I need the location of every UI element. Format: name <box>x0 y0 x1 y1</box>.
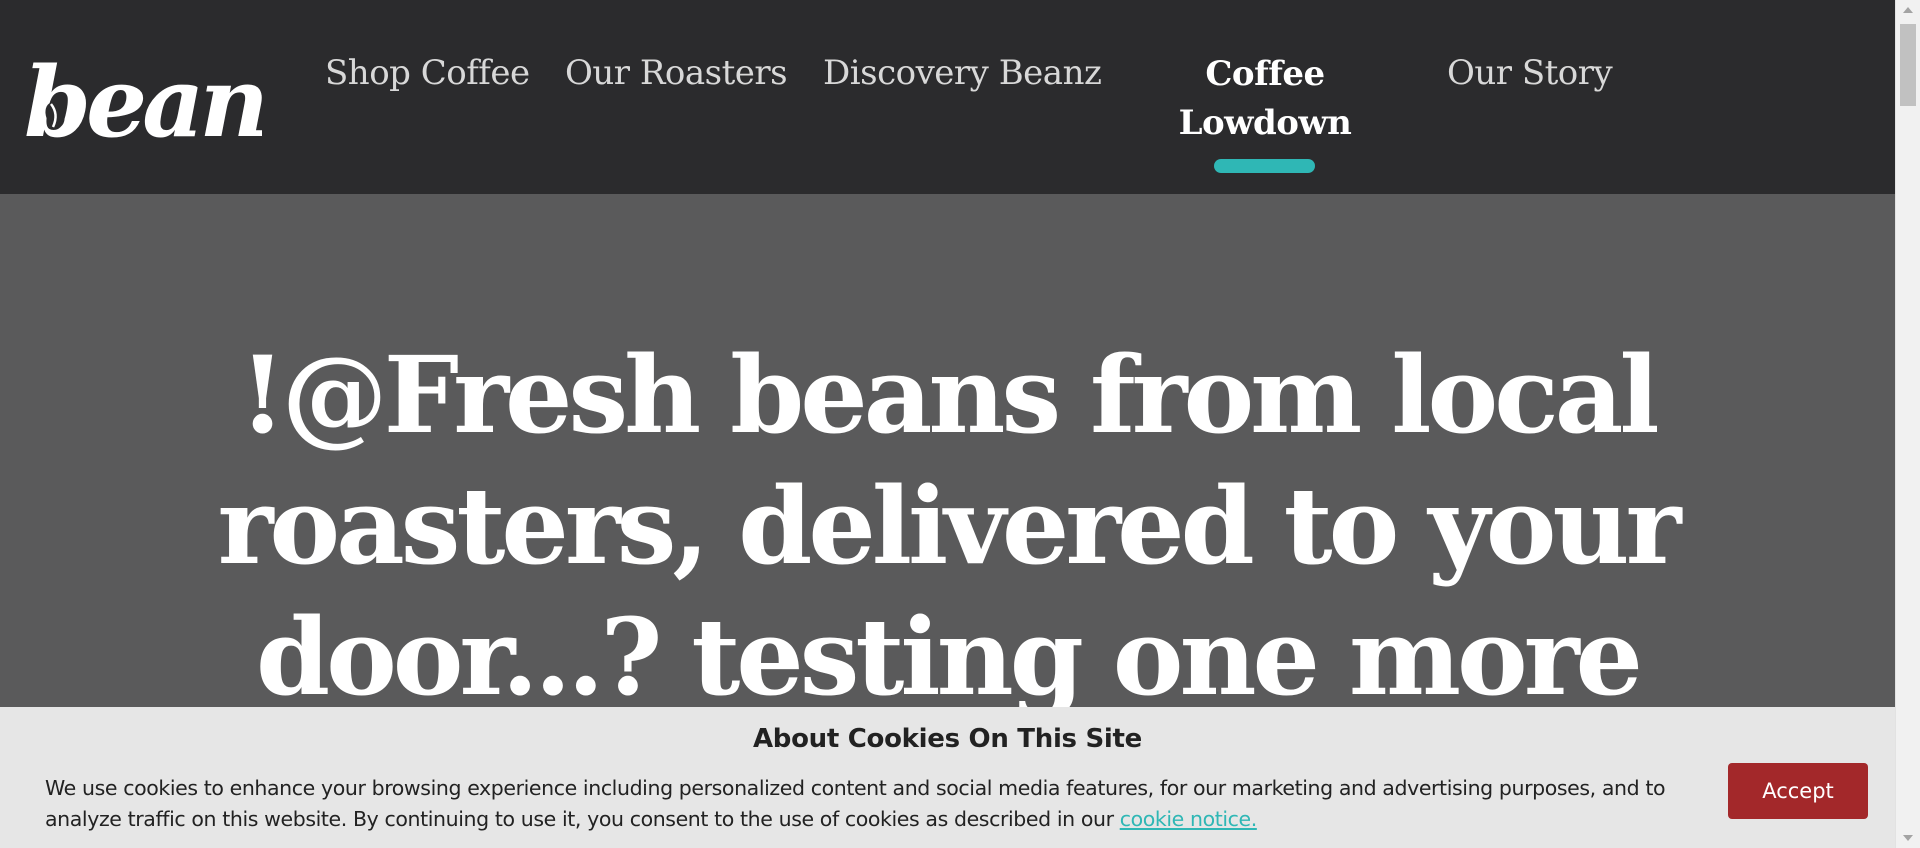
nav-our-roasters[interactable]: Our Roasters <box>565 56 788 90</box>
beanz-logo[interactable]: beanz <box>22 36 262 146</box>
cookie-notice-link[interactable]: cookie notice. <box>1120 807 1258 831</box>
nav-coffee-lowdown[interactable]: Coffee Lowdown <box>1165 50 1365 148</box>
logo-text: beanz <box>24 46 262 146</box>
hero-title: !@Fresh beans from local roasters, deliv… <box>217 332 1682 719</box>
active-nav-indicator <box>1214 159 1315 173</box>
scroll-up-arrow-icon[interactable] <box>1903 7 1913 13</box>
cookie-banner-title: About Cookies On This Site <box>752 724 1142 754</box>
nav-discovery-beanz[interactable]: Discovery Beanz <box>823 56 1102 90</box>
page: beanz Shop Coffee Our Roasters Discovery… <box>0 0 1920 848</box>
cookie-banner-body: We use cookies to enhance your browsing … <box>45 776 1666 831</box>
cookie-banner-text: We use cookies to enhance your browsing … <box>45 773 1695 835</box>
scroll-down-arrow-icon[interactable] <box>1903 835 1913 841</box>
scrollbar-thumb[interactable] <box>1900 24 1916 106</box>
cookie-banner: About Cookies On This Site We use cookie… <box>0 707 1895 848</box>
vertical-scrollbar[interactable] <box>1895 0 1920 848</box>
nav-shop-coffee[interactable]: Shop Coffee <box>325 56 530 90</box>
accept-cookies-button[interactable]: Accept <box>1728 763 1868 819</box>
site-header: beanz Shop Coffee Our Roasters Discovery… <box>0 0 1895 194</box>
nav-our-story[interactable]: Our Story <box>1447 56 1613 90</box>
